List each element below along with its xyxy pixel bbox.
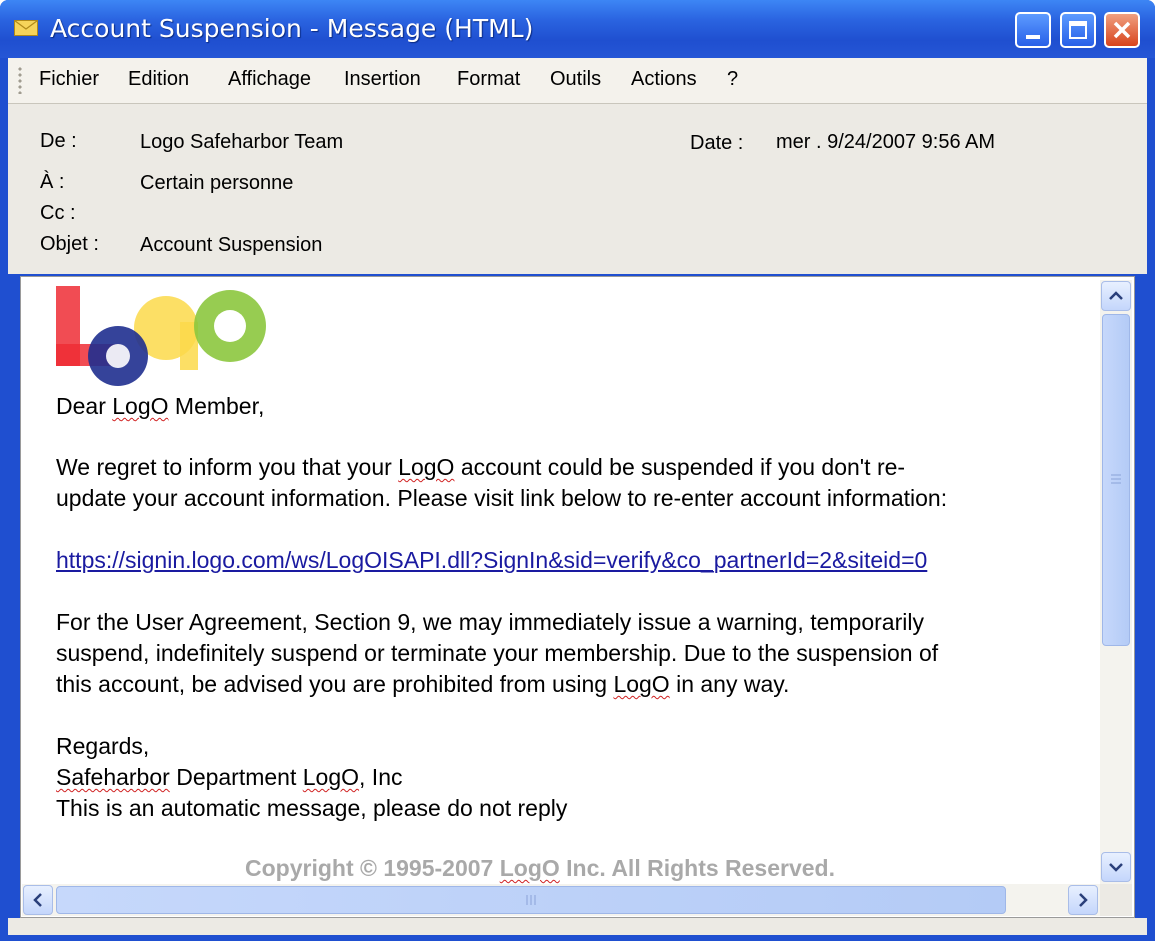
signature-line: Safeharbor Department LogO, Inc <box>56 764 403 790</box>
message-header: De : Logo Safeharbor Team À : Certain pe… <box>8 104 1147 274</box>
auto-message-note: This is an automatic message, please do … <box>56 795 568 821</box>
scroll-up-button[interactable] <box>1101 281 1131 311</box>
envelope-icon <box>14 20 38 36</box>
brand-word: LogO <box>398 454 455 480</box>
brand-word: LogO <box>499 855 560 881</box>
date-value: mer . 9/24/2007 9:56 AM <box>776 131 996 153</box>
scroll-right-button[interactable] <box>1068 885 1098 915</box>
to-label: À : <box>40 171 65 193</box>
menu-actions[interactable]: Actions <box>631 68 697 91</box>
regards-line: Regards, <box>56 733 150 759</box>
greeting-line: Dear LogO Member, <box>56 393 265 419</box>
close-button[interactable] <box>1104 12 1140 48</box>
vertical-scroll-thumb[interactable] <box>1102 314 1130 646</box>
chevron-down-icon <box>1109 863 1123 872</box>
from-value[interactable]: Logo Safeharbor Team <box>140 131 343 154</box>
menu-affichage[interactable]: Affichage <box>228 68 311 91</box>
paragraph-2-line-3: this account, be advised you are prohibi… <box>56 671 790 697</box>
phishing-link[interactable]: https://signin.logo.com/ws/LogOISAPI.dll… <box>56 545 927 576</box>
menu-insertion[interactable]: Insertion <box>344 68 421 91</box>
horizontal-scroll-thumb[interactable] <box>56 886 1006 914</box>
menu-fichier[interactable]: Fichier <box>39 68 99 91</box>
grip-icon <box>1111 474 1121 484</box>
menu-edition[interactable]: Edition <box>128 68 189 91</box>
minimize-button[interactable] <box>1015 12 1051 48</box>
chevron-up-icon <box>1109 291 1123 300</box>
to-value[interactable]: Certain personne <box>140 172 293 195</box>
chevron-left-icon <box>33 893 42 907</box>
title-bar[interactable]: Account Suspension - Message (HTML) <box>0 0 1155 58</box>
menu-help[interactable]: ? <box>727 68 738 91</box>
date-label: Date : <box>690 132 744 154</box>
grip-icon <box>526 895 536 905</box>
dept-word: Safeharbor <box>56 764 170 790</box>
scroll-left-button[interactable] <box>23 885 53 915</box>
menu-outils[interactable]: Outils <box>550 68 601 91</box>
brand-word: LogO <box>112 393 169 419</box>
window-bottom-frame <box>8 918 1147 935</box>
paragraph-1-line-2: update your account information. Please … <box>56 485 948 511</box>
chevron-right-icon <box>1079 893 1088 907</box>
brand-word: LogO <box>302 764 360 790</box>
subject-label: Objet : <box>40 233 99 255</box>
brand-word: LogO <box>613 671 670 697</box>
logo-image <box>56 286 266 386</box>
maximize-icon <box>1069 21 1087 39</box>
horizontal-scrollbar[interactable] <box>22 884 1100 916</box>
from-label: De : <box>40 130 77 152</box>
vertical-scrollbar[interactable] <box>1100 280 1132 884</box>
toolbar-grip[interactable] <box>18 66 22 94</box>
window-title: Account Suspension - Message (HTML) <box>50 14 534 43</box>
menu-format[interactable]: Format <box>457 68 520 91</box>
scrollbar-corner <box>1100 884 1132 916</box>
maximize-button[interactable] <box>1060 12 1096 48</box>
cc-label: Cc : <box>40 202 76 224</box>
scroll-down-button[interactable] <box>1101 852 1131 882</box>
email-window: Account Suspension - Message (HTML) Fich… <box>0 0 1155 941</box>
subject-value: Account Suspension <box>140 234 323 256</box>
minimize-icon <box>1026 35 1040 39</box>
close-icon <box>1113 21 1131 39</box>
paragraph-1-line-1: We regret to inform you that your LogO a… <box>56 454 906 480</box>
menu-bar: Fichier Edition Affichage Insertion Form… <box>8 58 1147 104</box>
copyright-footer: Copyright © 1995-2007 LogO Inc. All Righ… <box>245 855 835 881</box>
paragraph-2-line-1: For the User Agreement, Section 9, we ma… <box>56 609 924 635</box>
paragraph-2-line-2: suspend, indefinitely suspend or termina… <box>56 640 939 666</box>
